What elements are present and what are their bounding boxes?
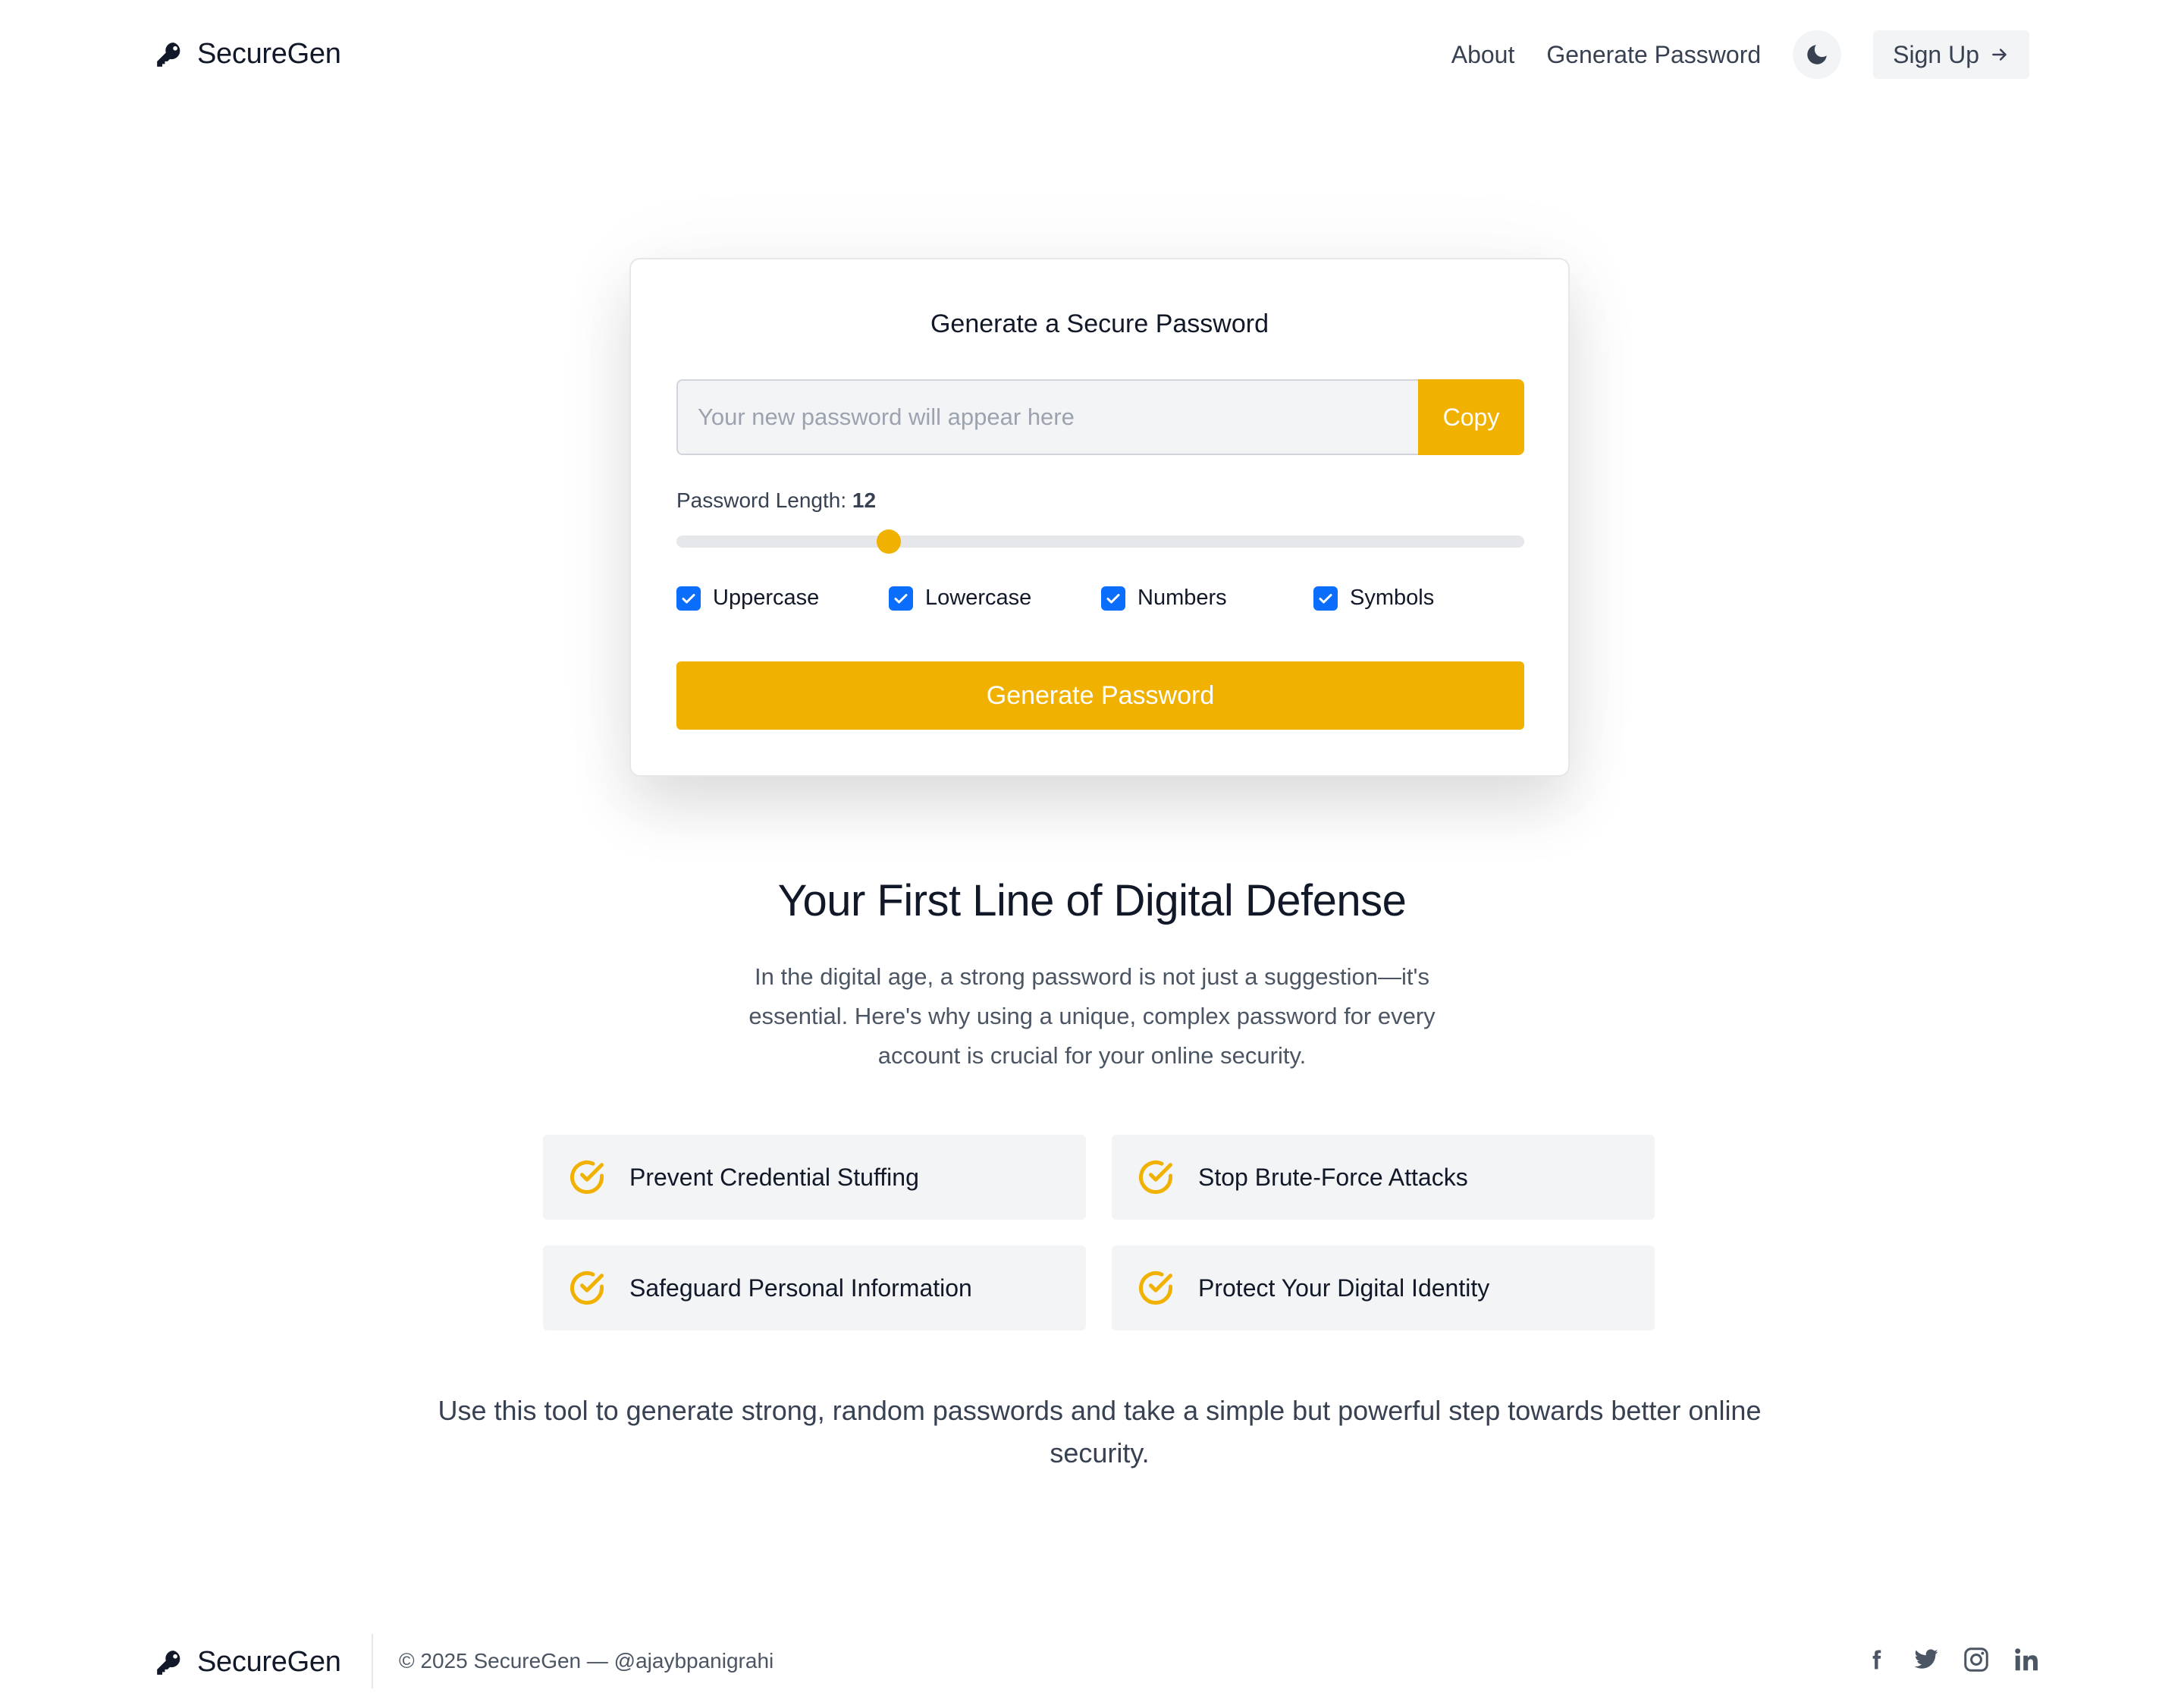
footer-brand-name: SecureGen — [197, 1646, 341, 1678]
generate-password-button[interactable]: Generate Password — [676, 661, 1524, 730]
key-icon — [157, 1650, 180, 1675]
check-circle-icon — [1139, 1271, 1172, 1305]
password-output-field[interactable] — [676, 379, 1418, 455]
feature-item: Prevent Credential Stuffing — [543, 1135, 1086, 1220]
option-lowercase-checkbox[interactable]: Lowercase — [889, 586, 1031, 611]
brand-name: SecureGen — [197, 38, 341, 70]
feature-label: Protect Your Digital Identity — [1198, 1274, 1490, 1302]
social-links — [1861, 1644, 2041, 1675]
nav-generate-link[interactable]: Generate Password — [1546, 41, 1761, 69]
password-length-label: Password Length: 12 — [676, 488, 876, 513]
option-label: Numbers — [1138, 586, 1227, 610]
feature-label: Prevent Credential Stuffing — [629, 1163, 919, 1191]
signup-button[interactable]: Sign Up — [1873, 30, 2029, 79]
twitter-icon[interactable] — [1911, 1644, 1941, 1675]
arrow-right-icon — [1992, 49, 2007, 61]
feature-label: Safeguard Personal Information — [629, 1274, 972, 1302]
closing-text: Use this tool to generate strong, random… — [438, 1395, 1762, 1468]
footer-logo[interactable]: SecureGen — [155, 1646, 341, 1679]
checkbox-checked-icon[interactable] — [1101, 586, 1125, 611]
moon-icon — [1807, 45, 1827, 64]
linkedin-icon[interactable] — [2011, 1644, 2041, 1675]
feature-label: Stop Brute-Force Attacks — [1198, 1163, 1468, 1191]
checkbox-checked-icon[interactable] — [1313, 586, 1338, 611]
checkbox-checked-icon[interactable] — [676, 586, 701, 611]
header-logo[interactable]: SecureGen — [155, 38, 341, 71]
main-nav: About Generate Password Sign Up — [1451, 30, 2029, 79]
check-circle-icon — [1139, 1161, 1172, 1194]
copy-button[interactable]: Copy — [1418, 379, 1524, 455]
instagram-icon[interactable] — [1961, 1644, 1991, 1675]
option-label: Lowercase — [925, 586, 1032, 610]
copyright-text: © 2025 SecureGen — @ajaybpanigrahi — [399, 1649, 774, 1673]
option-numbers-checkbox[interactable]: Numbers — [1101, 586, 1227, 611]
check-circle-icon — [570, 1271, 604, 1305]
option-label: Uppercase — [713, 586, 820, 610]
length-value: 12 — [852, 488, 877, 512]
feature-item: Protect Your Digital Identity — [1112, 1245, 1655, 1330]
signup-label: Sign Up — [1893, 40, 1979, 68]
section-headline: Your First Line of Digital Defense — [777, 876, 1407, 925]
character-options: Uppercase Lowercase Numbers Symbols — [676, 586, 1524, 616]
site-header: SecureGen About Generate Password Sign U… — [0, 0, 2184, 111]
section-intro: In the digital age, a strong password is… — [748, 963, 1436, 1069]
length-slider[interactable] — [676, 529, 1524, 554]
option-uppercase-checkbox[interactable]: Uppercase — [676, 586, 819, 611]
slider-thumb[interactable] — [876, 529, 901, 554]
option-symbols-checkbox[interactable]: Symbols — [1313, 586, 1434, 611]
check-circle-icon — [570, 1161, 604, 1194]
key-icon — [157, 42, 180, 67]
checkbox-checked-icon[interactable] — [889, 586, 913, 611]
password-generator-card: Generate a Secure Password Copy Password… — [629, 258, 1570, 777]
theme-toggle-button[interactable] — [1793, 30, 1842, 79]
nav-about-link[interactable]: About — [1451, 41, 1515, 69]
length-label-text: Password Length: — [676, 488, 847, 512]
feature-item: Stop Brute-Force Attacks — [1112, 1135, 1655, 1220]
feature-item: Safeguard Personal Information — [543, 1245, 1086, 1330]
password-output-row: Copy — [676, 379, 1524, 455]
footer-divider — [372, 1634, 373, 1688]
card-title: Generate a Secure Password — [930, 309, 1269, 338]
facebook-icon[interactable] — [1861, 1644, 1891, 1675]
option-label: Symbols — [1350, 586, 1435, 610]
